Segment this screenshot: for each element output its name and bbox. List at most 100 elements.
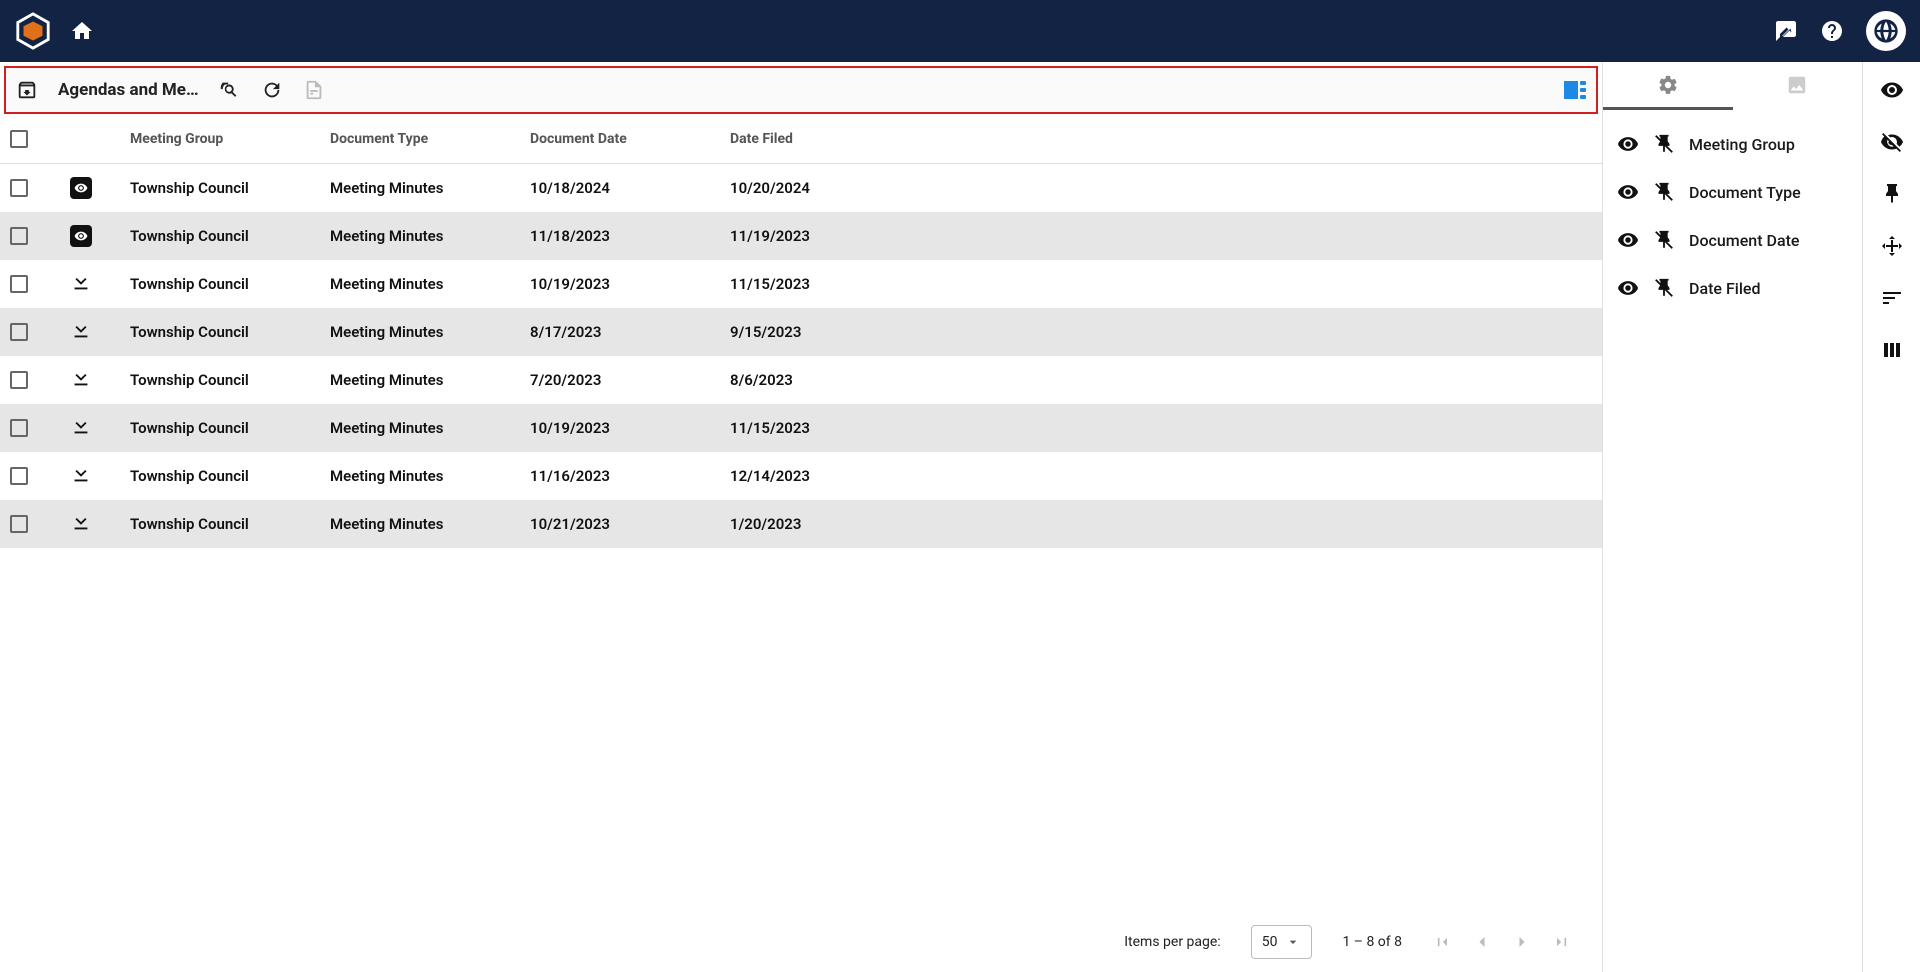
cell-document-date: 10/19/2023 <box>530 419 730 437</box>
cell-document-type: Meeting Minutes <box>330 179 530 197</box>
row-checkbox[interactable] <box>10 179 28 197</box>
download-icon[interactable] <box>70 367 92 389</box>
cell-meeting-group: Township Council <box>130 371 330 389</box>
row-checkbox[interactable] <box>10 371 28 389</box>
cell-date-filed: 11/15/2023 <box>730 419 930 437</box>
fields-tab-secondary[interactable] <box>1733 62 1863 110</box>
col-meeting-group[interactable]: Meeting Group <box>130 131 330 147</box>
gear-icon <box>1657 74 1679 96</box>
table-row[interactable]: Township CouncilMeeting Minutes8/17/2023… <box>0 308 1602 356</box>
pin-icon[interactable] <box>1880 182 1904 206</box>
table-row[interactable]: Township CouncilMeeting Minutes10/19/202… <box>0 404 1602 452</box>
preview-icon[interactable] <box>70 177 92 199</box>
columns-icon[interactable] <box>1880 338 1904 362</box>
main-column: Agendas and Me… Meeting Group Document T… <box>0 62 1602 972</box>
table-row[interactable]: Township CouncilMeeting Minutes11/16/202… <box>0 452 1602 500</box>
row-checkbox[interactable] <box>10 515 28 533</box>
table-row[interactable]: Township CouncilMeeting Minutes10/18/202… <box>0 164 1602 212</box>
visibility-on-icon[interactable] <box>1617 277 1639 299</box>
visibility-on-icon[interactable] <box>1617 229 1639 251</box>
col-document-type[interactable]: Document Type <box>330 131 530 147</box>
field-row[interactable]: Document Date <box>1603 216 1862 264</box>
unpin-icon[interactable] <box>1653 277 1675 299</box>
items-per-page-label: Items per page: <box>1124 934 1220 950</box>
cell-document-type: Meeting Minutes <box>330 467 530 485</box>
preview-icon[interactable] <box>70 225 92 247</box>
help-icon[interactable] <box>1820 19 1844 43</box>
unpin-icon[interactable] <box>1653 133 1675 155</box>
first-page-icon[interactable] <box>1432 932 1452 952</box>
image-tab-icon <box>1786 74 1808 96</box>
visibility-on-icon[interactable] <box>1617 181 1639 203</box>
download-icon[interactable] <box>70 271 92 293</box>
paginator-range: 1 – 8 of 8 <box>1342 934 1402 950</box>
table-body: Township CouncilMeeting Minutes10/18/202… <box>0 164 1602 912</box>
page-size-select[interactable]: 50 <box>1251 925 1313 959</box>
refresh-icon[interactable] <box>261 79 283 101</box>
table-row[interactable]: Township CouncilMeeting Minutes10/21/202… <box>0 500 1602 548</box>
col-document-date[interactable]: Document Date <box>530 131 730 147</box>
row-checkbox[interactable] <box>10 467 28 485</box>
field-label: Document Type <box>1689 183 1801 202</box>
cell-document-type: Meeting Minutes <box>330 275 530 293</box>
cell-document-date: 11/16/2023 <box>530 467 730 485</box>
cell-document-date: 10/21/2023 <box>530 515 730 533</box>
cell-document-type: Meeting Minutes <box>330 371 530 389</box>
select-all-checkbox[interactable] <box>10 130 28 148</box>
move-icon[interactable] <box>1880 234 1904 258</box>
table-row[interactable]: Township CouncilMeeting Minutes7/20/2023… <box>0 356 1602 404</box>
toolbar-title: Agendas and Me… <box>58 80 199 100</box>
row-checkbox[interactable] <box>10 419 28 437</box>
cell-document-type: Meeting Minutes <box>330 227 530 245</box>
fields-list: Meeting Group Document Type Document Date D… <box>1603 110 1862 322</box>
app-logo[interactable] <box>14 12 52 50</box>
cell-document-date: 10/19/2023 <box>530 275 730 293</box>
next-page-icon[interactable] <box>1512 932 1532 952</box>
visibility-on-icon[interactable] <box>1880 78 1904 102</box>
cell-document-type: Meeting Minutes <box>330 323 530 341</box>
page-size-value: 50 <box>1262 934 1278 950</box>
globe-button[interactable] <box>1866 11 1906 51</box>
unpin-icon[interactable] <box>1653 181 1675 203</box>
download-icon[interactable] <box>70 463 92 485</box>
row-checkbox[interactable] <box>10 323 28 341</box>
cell-document-date: 10/18/2024 <box>530 179 730 197</box>
field-row[interactable]: Date Filed <box>1603 264 1862 312</box>
export-icon <box>303 79 325 101</box>
cell-date-filed: 11/15/2023 <box>730 275 930 293</box>
download-icon[interactable] <box>70 319 92 341</box>
visibility-off-icon[interactable] <box>1880 130 1904 154</box>
app-bar <box>0 0 1920 62</box>
unpin-icon[interactable] <box>1653 229 1675 251</box>
col-date-filed[interactable]: Date Filed <box>730 131 930 147</box>
fields-tab-settings[interactable] <box>1603 62 1733 110</box>
field-label: Document Date <box>1689 231 1799 250</box>
panel-toggle-icon[interactable] <box>1564 81 1586 99</box>
cell-date-filed: 10/20/2024 <box>730 179 930 197</box>
sort-icon[interactable] <box>1880 286 1904 310</box>
chevron-down-icon <box>1285 934 1301 950</box>
cell-meeting-group: Township Council <box>130 515 330 533</box>
table-row[interactable]: Township CouncilMeeting Minutes11/18/202… <box>0 212 1602 260</box>
visibility-on-icon[interactable] <box>1617 133 1639 155</box>
prev-page-icon[interactable] <box>1472 932 1492 952</box>
last-page-icon[interactable] <box>1552 932 1572 952</box>
cell-meeting-group: Township Council <box>130 275 330 293</box>
row-checkbox[interactable] <box>10 275 28 293</box>
download-icon[interactable] <box>70 415 92 437</box>
cell-meeting-group: Township Council <box>130 467 330 485</box>
home-icon[interactable] <box>70 19 94 43</box>
feedback-icon[interactable] <box>1774 19 1798 43</box>
field-row[interactable]: Document Type <box>1603 168 1862 216</box>
search-replace-icon[interactable] <box>219 79 241 101</box>
row-checkbox[interactable] <box>10 227 28 245</box>
field-label: Meeting Group <box>1689 135 1795 154</box>
paginator: Items per page: 50 1 – 8 of 8 <box>0 912 1602 972</box>
archive-icon[interactable] <box>16 79 38 101</box>
field-row[interactable]: Meeting Group <box>1603 120 1862 168</box>
cell-date-filed: 1/20/2023 <box>730 515 930 533</box>
cell-date-filed: 12/14/2023 <box>730 467 930 485</box>
table-row[interactable]: Township CouncilMeeting Minutes10/19/202… <box>0 260 1602 308</box>
right-toolstrip <box>1862 62 1920 972</box>
download-icon[interactable] <box>70 511 92 533</box>
